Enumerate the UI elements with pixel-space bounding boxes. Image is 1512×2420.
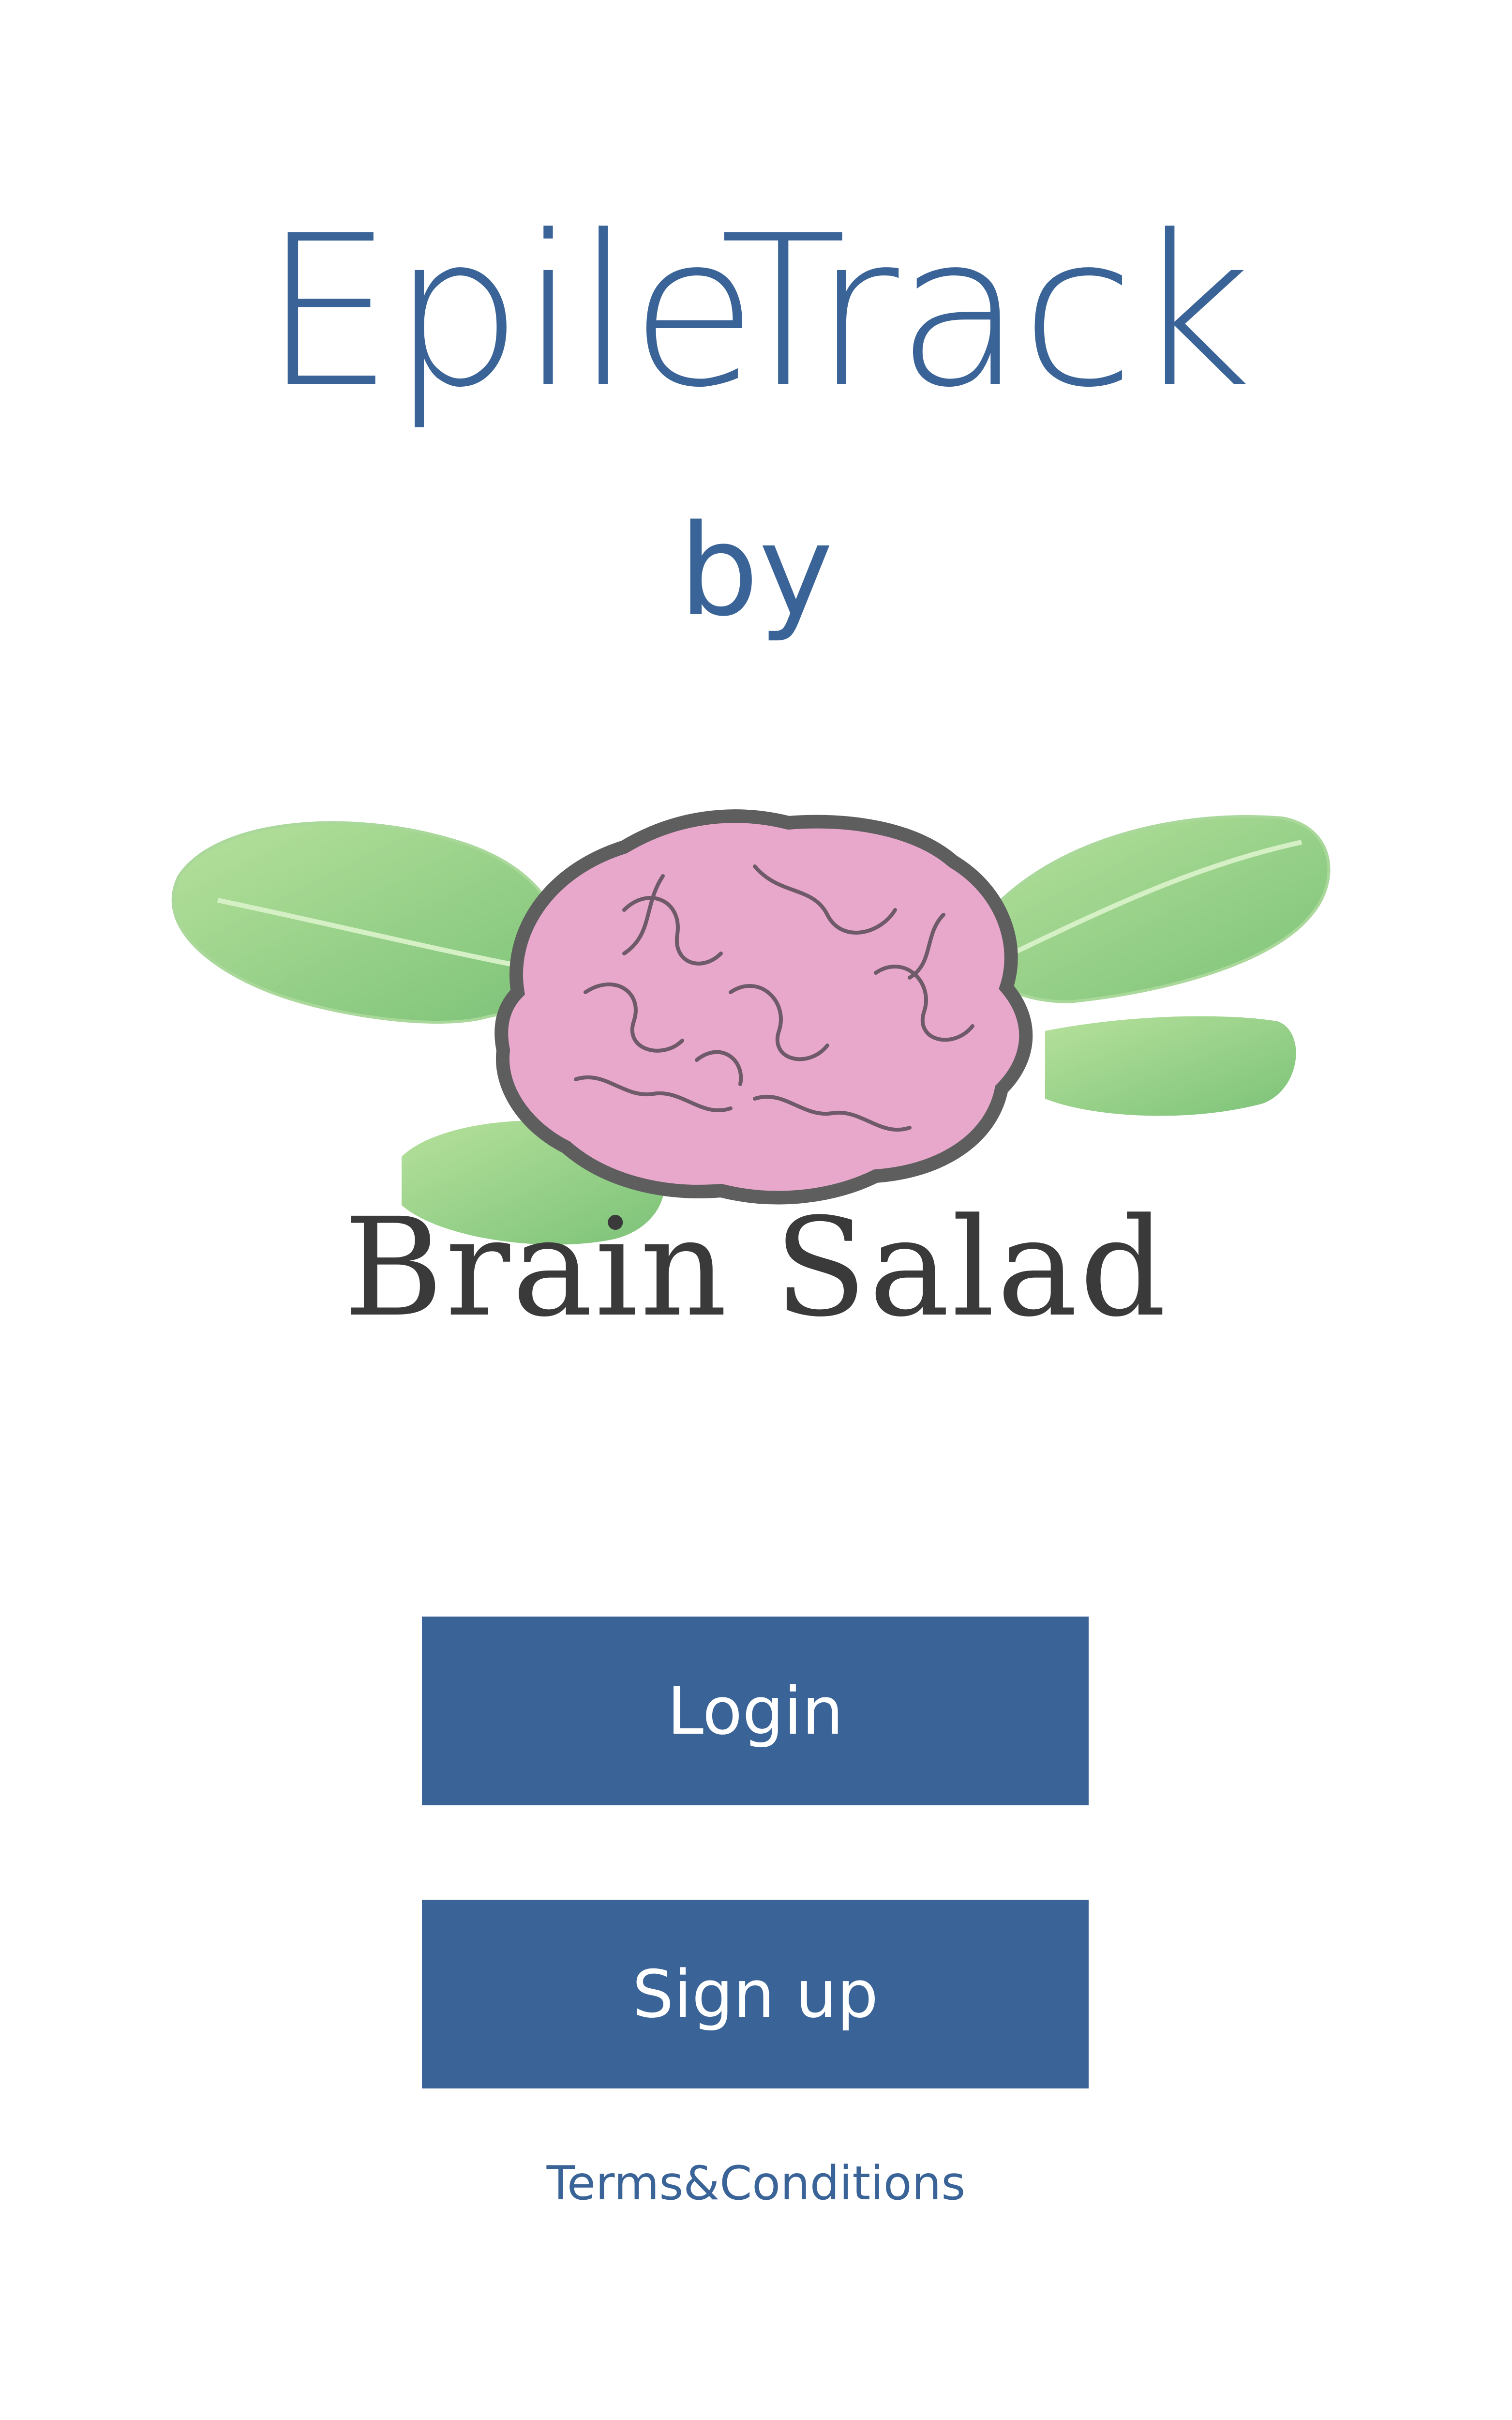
terms-conditions-link[interactable]: Terms&Conditions [0, 2156, 1512, 2210]
signup-button[interactable]: Sign up [422, 1900, 1089, 2088]
by-label: by [679, 498, 833, 644]
app-title: EpileTrack [262, 191, 1252, 433]
left-leaf-icon [171, 821, 568, 1024]
right-leaf-icon [971, 815, 1331, 1004]
login-button[interactable]: Login [422, 1617, 1089, 1805]
logo-text: Brain Salad [344, 1189, 1168, 1347]
